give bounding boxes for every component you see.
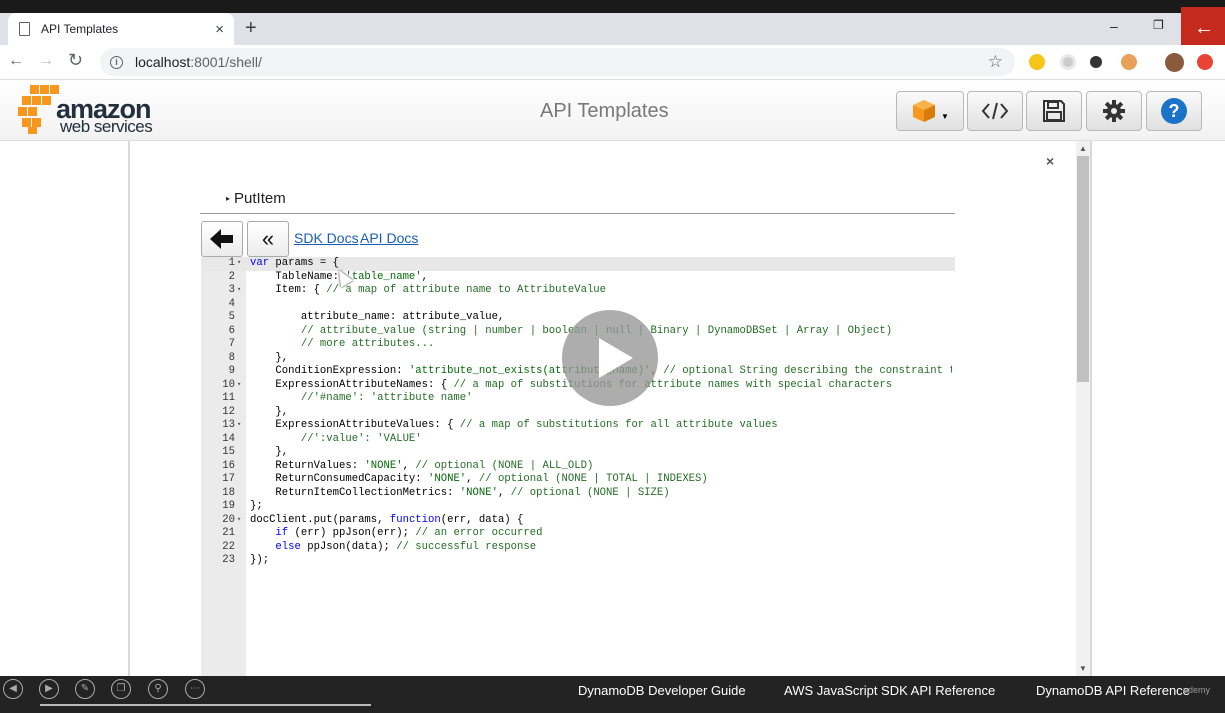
collapse-button[interactable]: « bbox=[247, 221, 289, 257]
screens-icon[interactable]: ❐ bbox=[111, 679, 131, 699]
code-editor[interactable]: 1 ▾ var params = { 2 TableName: 'table_nam… bbox=[201, 257, 952, 568]
page-title: API Templates bbox=[540, 100, 669, 122]
app-header: amazon web services API Templates ▼ ? bbox=[0, 80, 1225, 141]
help-button[interactable]: ? bbox=[1146, 91, 1202, 131]
scroll-up-icon[interactable]: ▲ bbox=[1079, 144, 1087, 153]
browser-tab[interactable]: API Templates × bbox=[8, 13, 234, 45]
pen-icon[interactable]: ✎ bbox=[75, 679, 95, 699]
window-top-strip bbox=[0, 0, 1225, 13]
tab-close-button[interactable]: × bbox=[215, 21, 224, 38]
info-icon[interactable]: i bbox=[110, 55, 123, 69]
code-line: 15 }, bbox=[222, 446, 289, 458]
address-toolbar: ← → ↻ i localhost:8001/shell/ ☆ bbox=[0, 45, 1225, 80]
extension-alert-icon[interactable] bbox=[1197, 54, 1213, 70]
code-line: 23}); bbox=[222, 554, 270, 566]
progress-bar[interactable] bbox=[40, 704, 371, 706]
gear-icon bbox=[1103, 100, 1125, 122]
code-line: 20 ▾ docClient.put(params, function(err, d… bbox=[222, 513, 524, 526]
code-line: 13 ▾ ExpressionAttributeValues: { // a ma… bbox=[222, 419, 778, 431]
udemy-watermark: udemy bbox=[1183, 685, 1211, 695]
api-docs-link[interactable]: API Docs bbox=[360, 230, 418, 246]
question-mark-icon: ? bbox=[1161, 98, 1187, 124]
code-line: 12 }, bbox=[222, 405, 289, 418]
code-line: 17 ReturnConsumedCapacity: 'NONE', // op… bbox=[222, 473, 708, 485]
settings-button[interactable] bbox=[1086, 91, 1142, 131]
rewind-icon[interactable]: ◀ bbox=[3, 679, 23, 699]
code-line: 16 ReturnValues: 'NONE', // optional (NO… bbox=[222, 459, 594, 472]
reload-icon[interactable]: ↻ bbox=[68, 50, 83, 71]
page-icon bbox=[19, 22, 30, 36]
expand-icon: ▸ bbox=[226, 194, 231, 203]
code-line: 22 else ppJson(data); // successful resp… bbox=[222, 540, 537, 553]
floppy-disk-icon bbox=[1043, 100, 1065, 122]
more-icon[interactable]: ⋯ bbox=[185, 679, 205, 699]
save-button[interactable] bbox=[1026, 91, 1082, 131]
play-small-icon[interactable]: ▶ bbox=[39, 679, 59, 699]
code-line: 14 //':value': 'VALUE' bbox=[222, 432, 422, 445]
code-line: 2 TableName: 'table_name', bbox=[228, 270, 429, 283]
restore-button[interactable]: ❐ bbox=[1153, 18, 1164, 32]
new-tab-button[interactable]: + bbox=[245, 17, 257, 40]
box-icon bbox=[913, 100, 936, 122]
aws-js-sdk-reference-link[interactable]: AWS JavaScript SDK API Reference bbox=[784, 683, 995, 698]
service-menu-button[interactable]: ▼ bbox=[896, 91, 964, 131]
divider bbox=[200, 213, 955, 214]
code-icon bbox=[981, 102, 1009, 120]
back-arrow-icon[interactable]: ← bbox=[8, 52, 24, 70]
url-text: localhost:8001/shell/ bbox=[135, 54, 262, 70]
caret-down-icon: ▼ bbox=[941, 111, 949, 121]
forward-arrow-icon[interactable]: → bbox=[38, 52, 54, 70]
code-line: 11 //'#name': 'attribute name' bbox=[222, 392, 473, 404]
tab-bar: API Templates × + – ❐ bbox=[0, 13, 1225, 45]
code-line: 1 ▾ var params = { bbox=[228, 257, 340, 269]
zoom-icon[interactable]: ⚲ bbox=[148, 679, 168, 699]
extension-fox-icon[interactable] bbox=[1121, 54, 1137, 70]
minimize-button[interactable]: – bbox=[1110, 18, 1118, 34]
arrow-left-icon bbox=[210, 229, 233, 249]
tab-title: API Templates bbox=[41, 22, 119, 36]
code-line: 18 ReturnItemCollectionMetrics: 'NONE', … bbox=[222, 486, 670, 499]
extension-emoji-icon[interactable] bbox=[1029, 54, 1045, 70]
code-line: 3 ▾ Item: { // a map of attribute name to… bbox=[228, 284, 607, 296]
back-button[interactable] bbox=[201, 221, 243, 257]
scroll-down-icon[interactable]: ▼ bbox=[1079, 664, 1087, 673]
video-play-button[interactable] bbox=[562, 310, 658, 406]
play-icon bbox=[599, 338, 633, 378]
dynamodb-api-reference-link[interactable]: DynamoDB API Reference bbox=[1036, 683, 1190, 698]
scrollbar-thumb[interactable] bbox=[1077, 156, 1089, 382]
code-line: 19}; bbox=[222, 500, 263, 512]
address-bar[interactable]: i localhost:8001/shell/ ☆ bbox=[100, 48, 1015, 76]
operation-heading[interactable]: ▸ PutItem bbox=[226, 190, 286, 207]
player-control-bar: ◀ ▶ ✎ ❐ ⚲ ⋯ DynamoDB Developer Guide AWS… bbox=[0, 676, 1225, 713]
back-arrow-icon: ← bbox=[1194, 17, 1214, 39]
double-chevron-left-icon: « bbox=[261, 226, 275, 251]
code-view-button[interactable] bbox=[967, 91, 1023, 131]
dynamodb-developer-guide-link[interactable]: DynamoDB Developer Guide bbox=[578, 683, 746, 698]
code-line: 4 bbox=[228, 297, 235, 310]
logo-web-services-text: web services bbox=[60, 117, 153, 136]
dialog-close-button[interactable]: × bbox=[1046, 153, 1054, 169]
sdk-docs-link[interactable]: SDK Docs bbox=[294, 230, 359, 246]
extension-circle-icon[interactable] bbox=[1060, 54, 1076, 70]
avatar[interactable] bbox=[1165, 53, 1184, 72]
code-line: 21 if (err) ppJson(err); // an error occ… bbox=[222, 527, 543, 539]
bookmark-star-icon[interactable]: ☆ bbox=[988, 52, 1003, 72]
extension-speaker-icon[interactable] bbox=[1090, 56, 1102, 68]
